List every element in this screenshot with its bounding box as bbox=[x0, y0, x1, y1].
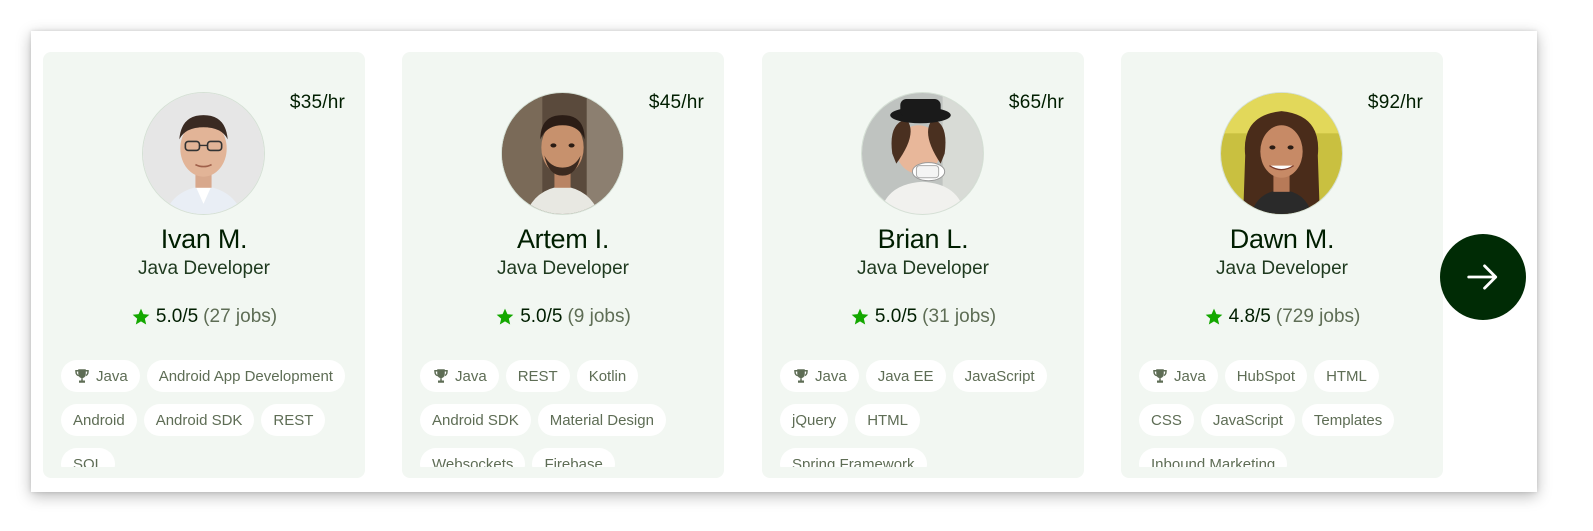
next-button[interactable] bbox=[1440, 234, 1526, 320]
rating-value: 5.0/5 bbox=[874, 306, 918, 327]
freelancer-title: Java Developer bbox=[856, 258, 990, 279]
rating-row: 5.0/5 (9 jobs) bbox=[402, 306, 724, 328]
avatar-photo bbox=[502, 93, 623, 214]
freelancer-name[interactable]: Brian L. bbox=[762, 224, 1084, 255]
skills-list: Java HubSpot HTML CSS JavaScript Templat… bbox=[1139, 360, 1431, 467]
rating-value: 5.0/5 bbox=[155, 306, 199, 327]
star-icon bbox=[496, 308, 514, 325]
skills-list: Java REST Kotlin Android SDK Material De… bbox=[420, 360, 712, 467]
skill-chip[interactable]: SQL bbox=[61, 448, 116, 467]
hourly-rate: $65/hr bbox=[1008, 92, 1064, 113]
arrow-right-icon bbox=[1467, 264, 1498, 290]
skill-chip[interactable]: Kotlin bbox=[576, 360, 639, 392]
skill-chip[interactable]: HTML bbox=[855, 404, 921, 436]
rating-row: 5.0/5 (31 jobs) bbox=[762, 306, 1084, 328]
rating-value: 5.0/5 bbox=[520, 306, 563, 327]
avatar bbox=[1220, 92, 1343, 215]
freelancer-name[interactable]: Dawn M. bbox=[1121, 224, 1443, 255]
skill-chip[interactable]: Material Design bbox=[537, 404, 666, 436]
jobs-count: (31 jobs) bbox=[922, 306, 997, 327]
skill-chip[interactable]: CSS bbox=[1139, 404, 1194, 436]
trophy-icon bbox=[794, 369, 808, 383]
trophy-icon bbox=[1153, 369, 1167, 383]
freelancer-card[interactable]: $45/hr Artem I. Java Developer 5.0/5 (9 … bbox=[402, 52, 724, 478]
star-icon bbox=[1205, 308, 1222, 325]
skill-chip[interactable]: jQuery bbox=[780, 404, 849, 436]
skill-chip[interactable]: Java EE bbox=[865, 360, 946, 392]
freelancer-card[interactable]: $92/hr Dawn M. Java Developer 4.8/5 (729… bbox=[1121, 52, 1443, 478]
skill-chip-top[interactable]: Java bbox=[420, 360, 499, 392]
jobs-count: (9 jobs) bbox=[567, 306, 631, 327]
skill-chip[interactable]: Android bbox=[61, 404, 137, 436]
avatar-photo bbox=[143, 93, 264, 214]
skills-list: Java Java EE JavaScript jQuery HTML Spri… bbox=[780, 360, 1072, 467]
freelancer-card[interactable]: $35/hr Ivan M. Java Developer 5.0/5 (27 … bbox=[43, 52, 365, 478]
skill-chip-top[interactable]: Java bbox=[61, 360, 140, 392]
skill-label: Java bbox=[455, 367, 487, 385]
avatar bbox=[501, 92, 624, 215]
freelancer-name[interactable]: Ivan M. bbox=[43, 224, 365, 255]
skill-chip[interactable]: REST bbox=[505, 360, 570, 392]
freelancer-carousel: $35/hr Ivan M. Java Developer 5.0/5 (27 … bbox=[31, 31, 1537, 492]
skill-label: Java bbox=[96, 367, 128, 385]
skills-list: Java Android App Development Android And… bbox=[61, 360, 353, 467]
star-icon bbox=[132, 308, 150, 325]
skill-chip[interactable]: Android SDK bbox=[420, 404, 531, 436]
freelancer-name[interactable]: Artem I. bbox=[402, 224, 724, 255]
trophy-icon bbox=[75, 369, 89, 383]
freelancer-card[interactable]: $65/hr Brian L. Java Developer 5.0/5 (31… bbox=[762, 52, 1084, 478]
freelancer-title: Java Developer bbox=[496, 258, 630, 279]
skill-chip-top[interactable]: Java bbox=[780, 360, 859, 392]
freelancer-title: Java Developer bbox=[1215, 258, 1349, 279]
skill-chip[interactable]: HubSpot bbox=[1224, 360, 1308, 392]
skill-chip[interactable]: Templates bbox=[1301, 404, 1395, 436]
jobs-count: (729 jobs) bbox=[1275, 306, 1361, 327]
avatar-photo bbox=[862, 93, 983, 214]
skill-chip[interactable]: JavaScript bbox=[952, 360, 1047, 392]
hourly-rate: $92/hr bbox=[1367, 92, 1423, 113]
skill-chip-top[interactable]: Java bbox=[1139, 360, 1218, 392]
avatar-photo bbox=[1221, 93, 1342, 214]
hourly-rate: $45/hr bbox=[648, 92, 704, 113]
skill-chip[interactable]: REST bbox=[261, 404, 326, 436]
skill-chip[interactable]: Websockets bbox=[420, 448, 526, 467]
trophy-icon bbox=[434, 369, 448, 383]
skill-chip[interactable]: Spring Framework bbox=[780, 448, 927, 467]
rating-value: 4.8/5 bbox=[1228, 306, 1271, 327]
skill-chip[interactable]: HTML bbox=[1314, 360, 1379, 392]
jobs-count: (27 jobs) bbox=[203, 306, 278, 327]
skill-chip[interactable]: Android SDK bbox=[143, 404, 255, 436]
skill-chip[interactable]: JavaScript bbox=[1200, 404, 1295, 436]
avatar bbox=[861, 92, 984, 215]
rating-row: 5.0/5 (27 jobs) bbox=[43, 306, 365, 328]
avatar bbox=[142, 92, 265, 215]
star-icon bbox=[851, 308, 869, 325]
skill-chip[interactable]: Android App Development bbox=[146, 360, 345, 392]
hourly-rate: $35/hr bbox=[289, 92, 345, 113]
freelancer-title: Java Developer bbox=[137, 258, 271, 279]
skill-label: Java bbox=[1174, 367, 1206, 385]
rating-row: 4.8/5 (729 jobs) bbox=[1121, 306, 1443, 328]
skill-chip[interactable]: Firebase bbox=[532, 448, 615, 467]
skill-chip[interactable]: Inbound Marketing bbox=[1139, 448, 1288, 467]
skill-label: Java bbox=[815, 367, 847, 385]
